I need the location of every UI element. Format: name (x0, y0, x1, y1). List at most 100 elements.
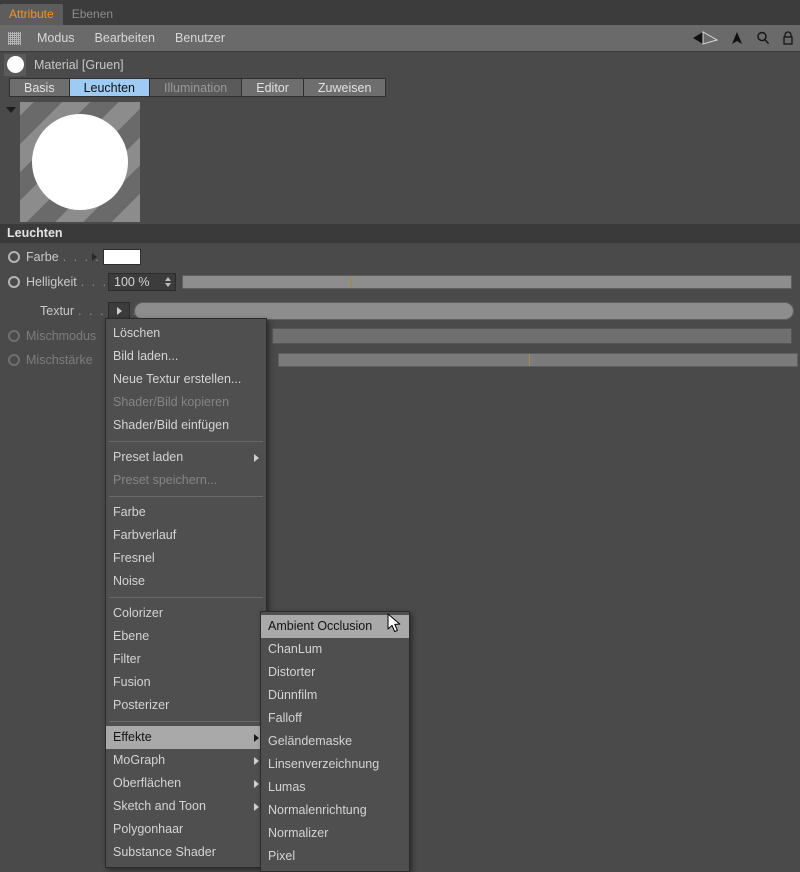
menu-item-label: Preset speichern... (113, 473, 218, 487)
leader-dots: . . . (80, 275, 109, 289)
menu-separator (109, 597, 263, 598)
chevron-right-icon (254, 802, 259, 811)
tab-attribute[interactable]: Attribute (0, 4, 63, 25)
menu-item-label: Fusion (113, 675, 151, 689)
color-expand-icon[interactable] (92, 253, 97, 261)
menu-item-modus[interactable]: Modus (27, 25, 85, 51)
menu-item-preset-speichern: Preset speichern... (106, 469, 266, 492)
menu-item-preset-laden[interactable]: Preset laden (106, 446, 266, 469)
menu-item-shader-bild-einfuegen[interactable]: Shader/Bild einfügen (106, 414, 266, 437)
anim-circle-icon[interactable] (8, 276, 20, 288)
menu-item-label: Oberflächen (113, 776, 182, 790)
back-arrow-icon[interactable] (692, 31, 718, 45)
submenu-item-distorter[interactable]: Distorter (261, 661, 409, 684)
color-swatch-field[interactable] (103, 249, 141, 265)
lock-icon[interactable] (782, 31, 794, 45)
submenu-item-duennfilm[interactable]: Dünnfilm (261, 684, 409, 707)
menu-item-label: Falloff (268, 711, 302, 725)
submenu-item-gelaendemaske[interactable]: Geländemaske (261, 730, 409, 753)
anim-circle-icon (8, 330, 20, 342)
search-icon[interactable] (756, 31, 770, 45)
menu-item-fusion[interactable]: Fusion (106, 671, 266, 694)
menu-bar: Modus Bearbeiten Benutzer (0, 25, 800, 52)
submenu-item-chanlum[interactable]: ChanLum (261, 638, 409, 661)
param-label-mischstaerke: Mischstärke (26, 353, 93, 367)
menu-separator (109, 441, 263, 442)
tab-leuchten[interactable]: Leuchten (68, 78, 151, 97)
menu-item-label: Linsenverzeichnung (268, 757, 380, 771)
menu-item-label: ChanLum (268, 642, 323, 656)
menu-item-colorizer[interactable]: Colorizer (106, 602, 266, 625)
chevron-right-icon (254, 453, 259, 462)
material-preview-area (0, 100, 800, 224)
material-sphere-icon[interactable] (4, 53, 26, 76)
menu-item-label: Preset laden (113, 450, 184, 464)
document-tab-strip: Attribute Ebenen (0, 0, 800, 25)
menu-item-mograph[interactable]: MoGraph (106, 749, 266, 772)
menu-item-sketch-and-toon[interactable]: Sketch and Toon (106, 795, 266, 818)
page-title: Material [Gruen] (34, 57, 124, 72)
tab-ebenen[interactable]: Ebenen (62, 4, 123, 25)
menu-item-farbe[interactable]: Farbe (106, 501, 266, 524)
param-row-helligkeit: Helligkeit . . . 100 % (0, 271, 800, 293)
submenu-item-pixel[interactable]: Pixel (261, 845, 409, 868)
tab-basis[interactable]: Basis (9, 78, 70, 97)
grip-dots-icon[interactable] (8, 31, 21, 45)
menu-separator (109, 496, 263, 497)
param-label-helligkeit: Helligkeit (26, 275, 77, 289)
menu-item-label: Shader/Bild kopieren (113, 395, 230, 409)
menu-item-filter[interactable]: Filter (106, 648, 266, 671)
triangle-down-icon[interactable] (6, 107, 16, 113)
menu-item-label: Lumas (268, 780, 306, 794)
menu-item-label: Noise (113, 574, 145, 588)
up-arrow-icon[interactable] (730, 31, 744, 45)
submenu-item-lumas[interactable]: Lumas (261, 776, 409, 799)
menu-item-effekte[interactable]: Effekte (106, 726, 266, 749)
menu-item-polygonhaar[interactable]: Polygonhaar (106, 818, 266, 841)
menu-item-noise[interactable]: Noise (106, 570, 266, 593)
submenu-item-linsenverzeichnung[interactable]: Linsenverzeichnung (261, 753, 409, 776)
tab-zuweisen[interactable]: Zuweisen (302, 78, 387, 97)
material-preview-thumbnail[interactable] (20, 102, 140, 222)
param-label-textur: Textur (40, 304, 75, 318)
menu-item-neue-textur-erstellen[interactable]: Neue Textur erstellen... (106, 368, 266, 391)
menu-item-posterizer[interactable]: Posterizer (106, 694, 266, 717)
menu-item-bild-laden[interactable]: Bild laden... (106, 345, 266, 368)
menu-item-ebene[interactable]: Ebene (106, 625, 266, 648)
menu-item-label: Dünnfilm (268, 688, 318, 702)
menu-item-loeschen[interactable]: Löschen (106, 322, 266, 345)
helligkeit-value: 100 % (114, 275, 150, 289)
tab-editor[interactable]: Editor (241, 78, 304, 97)
menu-item-label: Neue Textur erstellen... (113, 372, 242, 386)
mischstaerke-slider (278, 353, 798, 367)
stepper-arrows-icon[interactable] (165, 277, 171, 287)
menu-item-label: Polygonhaar (113, 822, 184, 836)
menu-item-substance-shader[interactable]: Substance Shader (106, 841, 266, 864)
helligkeit-input[interactable]: 100 % (108, 273, 176, 291)
effekte-submenu: Ambient Occlusion ChanLum Distorter Dünn… (260, 611, 410, 872)
menu-item-label: Geländemaske (268, 734, 353, 748)
menu-item-label: Substance Shader (113, 845, 216, 859)
menu-item-label: Shader/Bild einfügen (113, 418, 230, 432)
anim-circle-icon[interactable] (8, 251, 20, 263)
menu-item-farbverlauf[interactable]: Farbverlauf (106, 524, 266, 547)
mischmodus-select (272, 328, 792, 344)
menu-item-label: Colorizer (113, 606, 164, 620)
menu-item-label: Fresnel (113, 551, 155, 565)
texture-context-menu: Löschen Bild laden... Neue Textur erstel… (105, 318, 267, 868)
menu-item-label: Löschen (113, 326, 161, 340)
menu-item-label: Pixel (268, 849, 296, 863)
submenu-item-ambient-occlusion[interactable]: Ambient Occlusion (261, 615, 409, 638)
submenu-item-falloff[interactable]: Falloff (261, 707, 409, 730)
menu-item-oberflaechen[interactable]: Oberflächen (106, 772, 266, 795)
chevron-right-icon (254, 756, 259, 765)
submenu-item-normalizer[interactable]: Normalizer (261, 822, 409, 845)
helligkeit-slider[interactable] (182, 275, 792, 289)
tab-illumination[interactable]: Illumination (149, 78, 243, 97)
menu-item-benutzer[interactable]: Benutzer (165, 25, 235, 51)
menu-item-label: MoGraph (113, 753, 166, 767)
anim-placeholder (8, 305, 20, 317)
menu-item-bearbeiten[interactable]: Bearbeiten (85, 25, 165, 51)
submenu-item-normalenrichtung[interactable]: Normalenrichtung (261, 799, 409, 822)
menu-item-fresnel[interactable]: Fresnel (106, 547, 266, 570)
